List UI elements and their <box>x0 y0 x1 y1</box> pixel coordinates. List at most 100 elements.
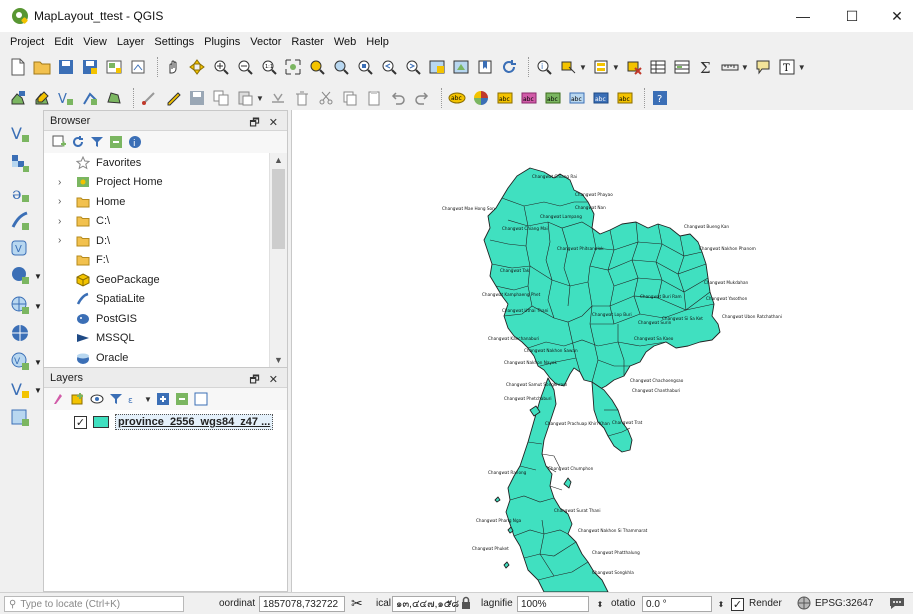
menu-view[interactable]: View <box>83 36 107 48</box>
pan-map-icon[interactable] <box>163 57 183 77</box>
render-checkbox[interactable]: ✓ <box>731 598 744 611</box>
remove-layer-icon[interactable] <box>194 392 208 406</box>
paste-icon[interactable] <box>364 88 384 108</box>
dropdown-caret-icon[interactable]: ▼ <box>34 386 42 395</box>
menu-vector[interactable]: Vector <box>250 36 281 48</box>
magnifier-spinner-icon[interactable]: ⬍ <box>593 596 607 612</box>
show-hide-labels-icon[interactable]: abc <box>615 88 635 108</box>
magnifier-field[interactable]: 100% <box>517 596 589 612</box>
add-wms-layer-icon[interactable] <box>9 294 31 316</box>
add-selected-layers-icon[interactable] <box>52 135 66 149</box>
dropdown-caret-icon[interactable]: ▼ <box>798 63 806 72</box>
panel-float-close-buttons[interactable]: 🗗 ✕ <box>249 114 281 133</box>
dropdown-caret-icon[interactable]: ▼ <box>579 63 587 72</box>
help-icon[interactable]: ? <box>650 88 670 108</box>
filter-by-expression-icon[interactable]: ε <box>128 392 142 406</box>
current-edits-icon[interactable] <box>8 88 28 108</box>
expand-all-icon[interactable] <box>156 392 170 406</box>
new-print-layout-icon[interactable] <box>104 57 124 77</box>
dropdown-caret-icon[interactable]: ▼ <box>612 63 620 72</box>
redo-icon[interactable] <box>412 88 432 108</box>
layer-labeling-icon[interactable]: abc <box>447 88 467 108</box>
scale-dropdown-caret-icon[interactable]: ∨ <box>447 598 453 607</box>
manage-map-themes-icon[interactable] <box>90 392 104 406</box>
thailand-province-map[interactable]: Changwat Chiang Rai Changwat Mae Hong Son… <box>292 110 913 592</box>
zoom-in-icon[interactable] <box>211 57 231 77</box>
identify-features-icon[interactable]: i <box>534 57 554 77</box>
add-delimited-text-icon[interactable]: ə <box>9 182 31 204</box>
rotation-field[interactable]: 0.0 ° <box>642 596 712 612</box>
change-label-icon[interactable]: abc <box>591 88 611 108</box>
rotation-spinner-icon[interactable]: ⬍ <box>714 596 728 612</box>
rotate-label-icon[interactable]: abc <box>567 88 587 108</box>
menu-help[interactable]: Help <box>366 36 389 48</box>
digitize-polygon-icon[interactable] <box>104 88 124 108</box>
copy-features-icon[interactable] <box>211 88 231 108</box>
layer-item[interactable]: ✓ province_2556_wgs84_z47 ... <box>74 413 274 431</box>
toggle-extents-icon[interactable]: ✂ <box>351 595 363 612</box>
crs-globe-icon[interactable] <box>797 596 811 613</box>
properties-icon[interactable]: i <box>128 135 142 149</box>
open-layer-styling-icon[interactable] <box>52 392 66 406</box>
statistical-summary-icon[interactable]: Σ <box>696 57 716 77</box>
dropdown-caret-icon[interactable]: ▼ <box>144 395 152 404</box>
toggle-editing-icon[interactable] <box>32 88 52 108</box>
delete-selected-icon[interactable] <box>292 88 312 108</box>
zoom-full-icon[interactable] <box>283 57 303 77</box>
menu-web[interactable]: Web <box>334 36 356 48</box>
expand-arrow-icon[interactable]: › <box>58 177 61 188</box>
undo-icon[interactable] <box>388 88 408 108</box>
menu-layer[interactable]: Layer <box>117 36 145 48</box>
add-wcs-layer-icon[interactable] <box>9 322 31 344</box>
map-canvas[interactable]: Changwat Chiang Rai Changwat Mae Hong Son… <box>291 110 913 592</box>
digitize-line-icon[interactable] <box>80 88 100 108</box>
expand-arrow-icon[interactable]: › <box>58 196 61 207</box>
browser-scrollbar[interactable]: ▲ ▼ <box>269 153 287 367</box>
vertex-tool-icon[interactable] <box>139 88 159 108</box>
measure-line-icon[interactable] <box>720 57 740 77</box>
paste-features-icon[interactable] <box>235 88 255 108</box>
modify-attributes-icon[interactable] <box>268 88 288 108</box>
filter-legend-icon[interactable] <box>109 392 123 406</box>
map-tips-icon[interactable] <box>753 57 773 77</box>
filter-browser-icon[interactable] <box>90 135 104 149</box>
edit-pencil-icon[interactable] <box>163 88 183 108</box>
zoom-1-1-icon[interactable]: 1:1 <box>259 57 279 77</box>
coordinate-field[interactable]: 1857078,732722 <box>259 596 345 612</box>
zoom-to-native-icon[interactable] <box>355 57 375 77</box>
new-temporary-layer-icon[interactable] <box>9 406 31 428</box>
zoom-last-icon[interactable] <box>379 57 399 77</box>
scrollbar-thumb[interactable] <box>272 169 285 249</box>
move-label-icon[interactable]: abc <box>543 88 563 108</box>
dropdown-caret-icon[interactable]: ▼ <box>741 63 749 72</box>
lock-scale-icon[interactable] <box>461 596 471 613</box>
save-as-icon[interactable] <box>80 57 100 77</box>
scroll-up-arrow-icon[interactable]: ▲ <box>274 155 283 165</box>
add-group-icon[interactable] <box>71 392 85 406</box>
layout-manager-icon[interactable] <box>128 57 148 77</box>
menu-raster[interactable]: Raster <box>291 36 323 48</box>
refresh-icon[interactable] <box>71 135 85 149</box>
zoom-next-icon[interactable] <box>403 57 423 77</box>
cut-features-icon[interactable] <box>316 88 336 108</box>
locator-search-input[interactable]: ⚲ Type to locate (Ctrl+K) <box>4 596 184 612</box>
text-annotation-icon[interactable]: T <box>777 57 797 77</box>
add-raster-layer-icon[interactable] <box>9 152 31 174</box>
dropdown-caret-icon[interactable]: ▼ <box>34 272 42 281</box>
select-features-icon[interactable] <box>558 57 578 77</box>
layer-visibility-checkbox[interactable]: ✓ <box>74 415 87 429</box>
dropdown-caret-icon[interactable]: ▼ <box>34 302 42 311</box>
scroll-down-arrow-icon[interactable]: ▼ <box>274 355 283 365</box>
new-3d-view-icon[interactable] <box>451 57 471 77</box>
zoom-out-icon[interactable] <box>235 57 255 77</box>
save-project-icon[interactable] <box>56 57 76 77</box>
save-edits-icon[interactable] <box>187 88 207 108</box>
spatial-bookmarks-icon[interactable] <box>475 57 495 77</box>
expand-arrow-icon[interactable]: › <box>58 216 61 227</box>
close-button[interactable]: ✕ <box>875 0 913 32</box>
add-vector-layer-icon[interactable]: V <box>56 88 76 108</box>
panel-float-close-buttons[interactable]: 🗗 ✕ <box>249 371 281 390</box>
open-attribute-table-icon[interactable] <box>648 57 668 77</box>
pan-to-selection-icon[interactable] <box>187 57 207 77</box>
new-project-icon[interactable] <box>8 57 28 77</box>
